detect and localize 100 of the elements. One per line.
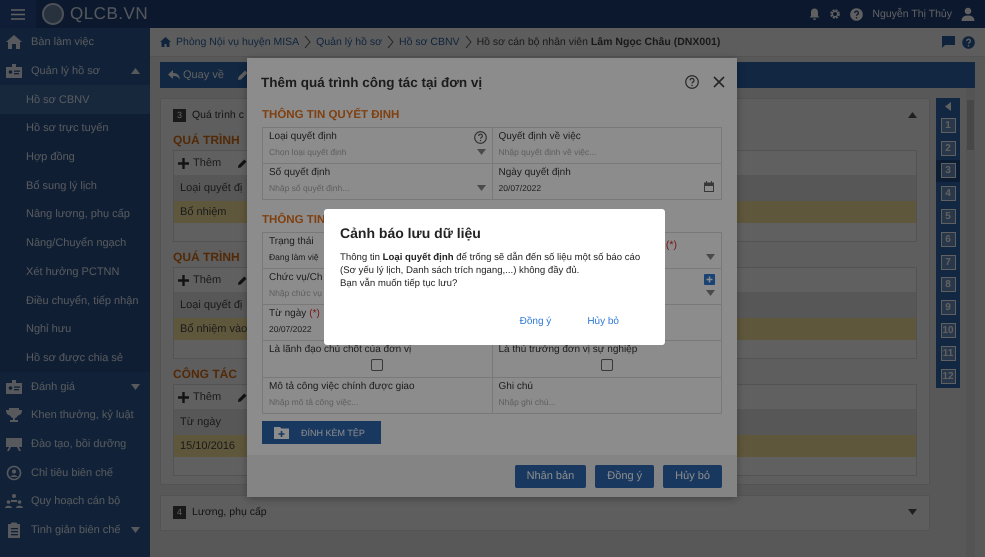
attach-file-button[interactable]: ĐÍNH KÈM TỆP bbox=[262, 421, 381, 444]
pencil-icon[interactable] bbox=[238, 70, 248, 80]
caret-icon bbox=[706, 254, 715, 260]
group-title: QUÁ TRÌNH bbox=[173, 250, 240, 264]
id-card-icon bbox=[5, 63, 23, 80]
home-icon bbox=[5, 34, 23, 50]
scrollbar[interactable] bbox=[966, 88, 975, 557]
alert-title: Cảnh báo lưu dữ liệu bbox=[340, 225, 482, 241]
people-icon bbox=[5, 493, 23, 510]
checkbox[interactable] bbox=[371, 359, 384, 371]
dialog-button[interactable]: Nhân bản bbox=[514, 464, 586, 488]
add-button[interactable]: Thêm bbox=[178, 274, 222, 286]
back-button[interactable]: Quay về bbox=[168, 69, 224, 81]
alert-button[interactable]: Đồng ý bbox=[520, 316, 552, 327]
caret-icon bbox=[131, 68, 140, 74]
section-number: 4 bbox=[173, 506, 186, 518]
pencil-icon[interactable] bbox=[238, 158, 248, 168]
section-heading: THÔNG TIN QUYẾT ĐỊNH bbox=[262, 109, 400, 121]
sidebar-item[interactable]: Khen thưởng, kỷ luật bbox=[0, 400, 150, 430]
sidebar-subitem[interactable]: Điều chuyển, tiếp nhận bbox=[0, 286, 150, 315]
sidebar-item[interactable]: Bàn làm việc bbox=[0, 28, 150, 57]
sidebar-item[interactable]: Tinh giản biên chế bbox=[0, 516, 150, 544]
breadcrumb-item[interactable]: Quản lý hồ sơ bbox=[316, 36, 382, 48]
field-value: 20/07/2022 bbox=[498, 183, 542, 193]
alert-message: Thông tin Loại quyết định để trống sẽ dẫn đến số liệu một số báo cáo (Sơ yếu lý lịch, Danh sách trích ngang,...) không đầy đủ. bbox=[340, 251, 642, 277]
sidebar-subitem[interactable]: Hồ sơ CBNV bbox=[0, 85, 150, 114]
calendar-icon[interactable] bbox=[704, 181, 714, 192]
caret-icon bbox=[131, 527, 140, 534]
clipboard-icon bbox=[5, 522, 23, 538]
target-icon bbox=[5, 464, 23, 481]
help-icon[interactable] bbox=[850, 8, 864, 20]
sidebar-item[interactable]: Đánh giá bbox=[0, 372, 150, 401]
chat-icon[interactable] bbox=[942, 36, 955, 48]
sidebar-subitem[interactable]: Hồ sơ trực tuyến bbox=[0, 114, 150, 143]
user-icon[interactable] bbox=[961, 7, 975, 21]
sidebar-subitem[interactable]: Hợp đồng bbox=[0, 142, 150, 172]
caret-icon bbox=[476, 185, 486, 191]
field-label: Mô tả công việc chính được giao bbox=[269, 381, 415, 392]
sidebar-subitem[interactable]: Hồ sơ được chia sẻ bbox=[0, 344, 150, 372]
sidebar-item[interactable]: Đào tạo, bồi dưỡng bbox=[0, 430, 150, 458]
field-label: Loại quyết định bbox=[269, 131, 337, 142]
sidebar-item[interactable]: Quản lý hồ sơ bbox=[0, 56, 150, 86]
settings-icon[interactable] bbox=[829, 8, 842, 20]
caret-icon bbox=[476, 149, 486, 155]
chevron-icon bbox=[464, 35, 472, 49]
section-title[interactable]: Quá trình c bbox=[192, 109, 244, 121]
close-icon[interactable] bbox=[713, 76, 725, 88]
field-label: Số quyết định bbox=[269, 167, 330, 178]
required-mark: (*) bbox=[666, 239, 677, 251]
plus-icon bbox=[178, 158, 189, 168]
caret-icon bbox=[131, 384, 140, 390]
add-button[interactable]: Thêm bbox=[178, 157, 222, 169]
id-card-icon bbox=[5, 378, 23, 395]
caret-icon bbox=[706, 290, 715, 296]
section-number: 3 bbox=[173, 108, 186, 122]
bell-icon[interactable] bbox=[809, 8, 820, 20]
user-name[interactable]: Nguyễn Thị Thủy bbox=[872, 8, 952, 20]
sidebar-subitem[interactable]: Nâng/Chuyển ngạch bbox=[0, 228, 150, 258]
back-arrow-icon bbox=[168, 70, 180, 80]
logo-icon bbox=[42, 3, 64, 25]
add-button[interactable]: Thêm bbox=[178, 391, 222, 403]
help-icon[interactable] bbox=[685, 75, 699, 89]
chevron-icon bbox=[304, 35, 312, 49]
dialog-button[interactable]: Đồng ý bbox=[595, 464, 654, 488]
section-title[interactable]: Lương, phụ cấp bbox=[192, 506, 267, 518]
sidebar-subitem[interactable]: Nâng lương, phụ cấp bbox=[0, 200, 150, 229]
alert-question: Bạn vẫn muốn tiếp tục lưu? bbox=[340, 277, 458, 290]
collapse-icon[interactable] bbox=[945, 102, 951, 110]
group-title: QUÁ TRÌNH bbox=[173, 133, 240, 147]
dialog-button[interactable]: Hủy bỏ bbox=[663, 464, 722, 488]
sidebar-item[interactable]: Quy hoạch cán bộ bbox=[0, 487, 150, 516]
logo-text: QLCB.VN bbox=[70, 4, 148, 24]
pencil-icon[interactable] bbox=[238, 276, 248, 284]
help-icon[interactable] bbox=[962, 36, 975, 48]
plus-icon bbox=[178, 392, 189, 402]
menu-icon[interactable] bbox=[11, 8, 25, 20]
trophy-icon bbox=[5, 407, 23, 424]
field-label: Ngày quyết định bbox=[498, 167, 571, 178]
field-label: Là lãnh đạo chủ chốt của đơn vị bbox=[269, 344, 412, 355]
field-label: Từ ngày (*) bbox=[269, 308, 320, 319]
sidebar-subitem[interactable]: Bổ sung lý lịch bbox=[0, 171, 150, 200]
date-field[interactable]: Ngày quyết định 20/07/2022 bbox=[492, 164, 722, 200]
pencil-icon[interactable] bbox=[238, 392, 248, 402]
folder-icon bbox=[274, 426, 289, 438]
breadcrumb-item[interactable]: Hồ sơ CBNV bbox=[399, 36, 460, 48]
breadcrumb-item[interactable]: Phòng Nội vụ huyện MISA bbox=[176, 36, 300, 48]
help-icon[interactable] bbox=[474, 131, 486, 144]
field-value: Đang làm việ bbox=[269, 252, 319, 262]
group-title: CÔNG TÁC bbox=[173, 367, 237, 381]
alert-button[interactable]: Hủy bỏ bbox=[587, 316, 619, 327]
checkbox[interactable] bbox=[600, 359, 613, 371]
add-icon[interactable] bbox=[704, 274, 715, 285]
caret-icon bbox=[908, 112, 917, 118]
field-label: Ghi chú bbox=[498, 381, 533, 392]
home-icon[interactable] bbox=[160, 37, 171, 47]
field-label: Chức vụ/Ch bbox=[269, 272, 322, 283]
sidebar-item[interactable]: Chỉ tiêu biên chế bbox=[0, 458, 150, 487]
sidebar-subitem[interactable]: Xét hưởng PCTNN bbox=[0, 258, 150, 286]
field-label: Là thủ trưởng đơn vị sự nghiệp bbox=[498, 344, 638, 355]
sidebar-subitem[interactable]: Nghỉ hưu bbox=[0, 314, 150, 344]
